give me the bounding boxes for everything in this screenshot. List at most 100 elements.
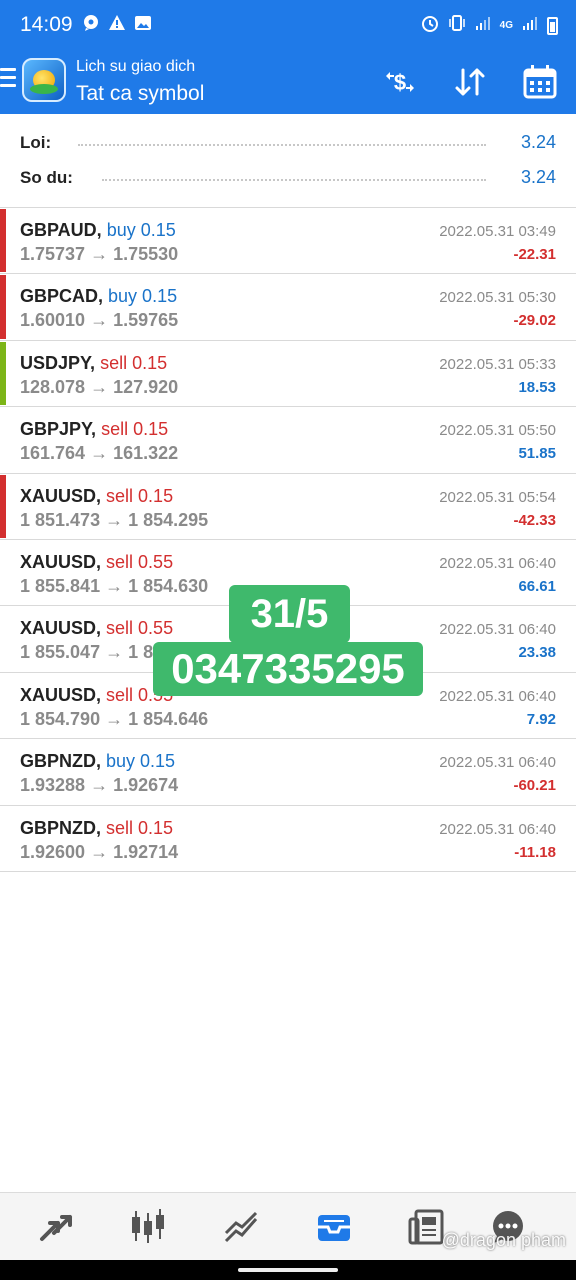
deal-symbol-name: GBPNZD, [20,817,101,838]
deal-date: 2022.05.31 06:40 [439,554,556,572]
deals-list: GBPAUD, buy 0.15 1.75737 → 1.75530 2022.05… [0,208,576,872]
chat-bubble-icon [82,14,100,37]
news-icon[interactable] [406,1207,446,1247]
deal-prices: 128.078 → 127.920 [20,376,179,397]
deal-status-stripe [0,740,6,803]
deal-side: buy 0.15 [106,751,176,772]
chart-icon[interactable] [128,1207,168,1247]
deal-prices: 161.764 → 161.322 [20,443,179,464]
calendar-icon[interactable] [520,62,560,102]
alarm-icon [421,14,439,37]
deal-row[interactable]: XAUUSD, sell 0.15 1 851.473 → 1 854.295 20… [0,473,576,540]
deal-side: sell 0.15 [101,419,169,440]
deal-date: 2022.05.31 06:40 [439,754,556,772]
deal-symbol: XAUUSD, sell 0.55 [20,552,173,573]
deal-side: sell 0.15 [100,352,168,373]
deal-symbol: XAUUSD, sell 0.55 [20,618,173,639]
overlay-phone: 0347335295 [153,642,423,696]
deal-status-stripe [0,275,6,339]
status-time: 14:09 [20,13,73,36]
quotes-icon[interactable] [36,1207,76,1247]
deal-date: 2022.05.31 06:40 [439,820,556,838]
deal-side: sell 0.15 [106,817,174,838]
deal-prices: 1.93288 → 1.92674 [20,775,179,796]
deal-row[interactable]: USDJPY, sell 0.15 128.078 → 127.920 2022.0… [0,340,576,408]
balance-value: 3.24 [520,167,556,187]
deal-prices: 1 855.047 → 1 8 [20,642,154,663]
deal-side: sell 0.55 [106,618,174,639]
deal-prices: 1 855.841 → 1 854.630 [20,575,209,596]
svg-text:$: $ [394,70,406,95]
deal-row[interactable]: GBPCAD, buy 0.15 1.60010 → 1.59765 2022.05… [0,274,576,341]
profit-label: Loi: [20,133,52,152]
signal-icon [522,15,538,36]
credit-watermark: @dragon pham [441,1230,566,1250]
deal-status-stripe [0,541,6,604]
deal-profit: 23.38 [518,644,556,662]
menu-icon[interactable] [0,68,16,92]
deal-profit: -60.21 [513,777,556,795]
history-icon[interactable] [314,1207,354,1247]
deal-date: 2022.05.31 03:49 [439,223,556,240]
deal-date: 2022.05.31 05:54 [439,488,556,506]
deal-profit: -42.33 [513,511,556,529]
sort-icon[interactable] [450,62,490,102]
account-summary: Loi: 3.24 So du: 3.24 [0,114,576,208]
deal-status-stripe [0,408,6,471]
warning-icon [108,14,126,37]
deal-profit: -11.18 [514,843,556,861]
status-bar: 14:09 4G [0,0,576,50]
deal-profit: 7.92 [526,710,556,728]
deal-status-stripe [0,474,6,538]
deal-profit: -29.02 [513,312,556,330]
deal-status-stripe [0,607,6,670]
deal-date: 2022.05.31 05:30 [439,289,556,307]
deal-symbol: GBPAUD, buy 0.15 [20,220,176,241]
deal-row[interactable]: GBPNZD, buy 0.15 1.93288 → 1.92674 2022.05… [0,739,576,806]
deal-profit: 18.53 [518,378,556,396]
deal-side: sell 0.15 [106,485,174,506]
deal-symbol-name: GBPNZD, [20,751,101,772]
deal-symbol: USDJPY, sell 0.15 [20,353,167,374]
deal-symbol-name: GBPCAD, [20,286,104,307]
deal-side: buy 0.15 [106,220,176,240]
deal-profit: 66.61 [518,577,556,595]
profit-value: 3.24 [520,132,556,152]
deal-symbol: GBPCAD, buy 0.15 [20,286,177,307]
image-icon [134,14,152,37]
deal-date: 2022.05.31 05:50 [439,422,556,440]
app-title[interactable]: Tat ca symbol [76,82,204,106]
signal-icon [475,15,491,36]
vibrate-icon [448,14,466,37]
balance-label: So du: [20,168,73,187]
deal-symbol-name: XAUUSD, [20,618,102,639]
deal-symbol: GBPNZD, sell 0.15 [20,818,173,839]
network-type: 4G [499,20,513,31]
deal-symbol-name: XAUUSD, [20,485,102,506]
deal-prices: 1.92600 → 1.92714 [20,841,179,862]
deal-symbol-name: XAUUSD, [20,684,102,705]
deal-date: 2022.05.31 06:40 [439,687,556,705]
deal-side: sell 0.55 [106,551,174,572]
deal-row[interactable]: GBPJPY, sell 0.15 161.764 → 161.322 2022.0… [0,407,576,474]
deal-prices: 1 851.473 → 1 854.295 [20,509,209,530]
deal-symbol-name: XAUUSD, [20,551,102,572]
deposit-dollar-icon[interactable]: $ [380,62,420,102]
profit-row: Loi: 3.24 [20,128,556,158]
deal-status-stripe [0,674,6,737]
deal-prices: 1.75737 → 1.75530 [20,244,179,264]
gesture-bar[interactable] [0,1260,576,1280]
deal-prices: 1.60010 → 1.59765 [20,310,179,331]
app-subtitle: Lich su giao dich [76,58,196,75]
deal-symbol: XAUUSD, sell 0.55 [20,685,173,706]
deal-row[interactable]: GBPNZD, sell 0.15 1.92600 → 1.92714 2022.0… [0,805,576,872]
deal-side: buy 0.15 [108,286,178,307]
deal-symbol-name: GBPAUD, [20,220,102,240]
deal-status-stripe [0,209,6,273]
deal-row[interactable]: GBPAUD, buy 0.15 1.75737 → 1.75530 2022.05… [0,208,576,275]
balance-row: So du: 3.24 [20,163,556,193]
trade-icon[interactable] [222,1207,262,1247]
deal-symbol: GBPJPY, sell 0.15 [20,419,168,440]
app-bar: Lich su giao dich Tat ca symbol $ [0,50,576,114]
deal-symbol: XAUUSD, sell 0.15 [20,486,173,507]
